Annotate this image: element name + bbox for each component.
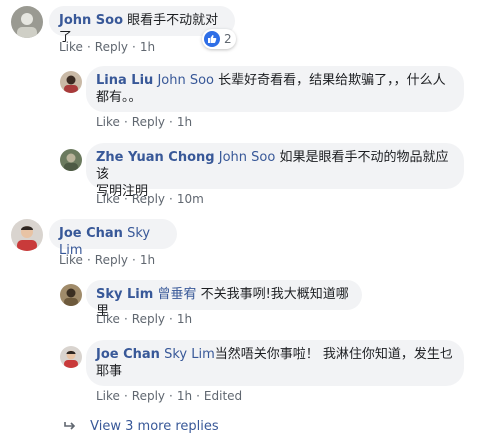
- reply-mention[interactable]: 曾垂宥: [157, 287, 196, 302]
- reply-actions: Like · Reply · 10m: [96, 192, 204, 207]
- reply-link[interactable]: Reply: [132, 312, 165, 326]
- like-link[interactable]: Like: [96, 192, 120, 206]
- reply-mention[interactable]: Sky Lim: [164, 347, 215, 362]
- reply-arrow-icon: [64, 419, 80, 434]
- reaction-count: 2: [224, 32, 232, 46]
- reply-link[interactable]: Reply: [132, 115, 165, 129]
- view-more-replies-link[interactable]: View 3 more replies: [64, 418, 219, 435]
- reply-link[interactable]: Reply: [95, 253, 128, 267]
- reply-bubble-zhe-yuan-chong: Zhe Yuan Chong John Soo 如果是眼看手不动的物品就应该 写…: [86, 143, 464, 199]
- like-link[interactable]: Like: [59, 40, 83, 54]
- reply-actions: Like · Reply · 1h: [96, 115, 192, 130]
- reply-mention[interactable]: John Soo: [157, 73, 214, 88]
- separator-dot: ·: [196, 389, 200, 403]
- comment-bubble-joe-chan: Joe Chan Sky Lim: [49, 219, 177, 258]
- timestamp[interactable]: 10m: [177, 192, 204, 206]
- avatar-john-soo[interactable]: [11, 6, 43, 38]
- view-more-replies-label[interactable]: View 3 more replies: [90, 419, 219, 434]
- like-link[interactable]: Like: [96, 312, 120, 326]
- reply-text-line2: 都有。。: [96, 90, 142, 105]
- reply-bubble-joe-chan: Joe Chan Sky Lim当然唔关你事啦！ 我淋住你知道，发生乜 耶事: [86, 340, 464, 386]
- comment-actions: Like · Reply · 1h: [59, 40, 155, 55]
- timestamp[interactable]: 1h: [177, 312, 192, 326]
- like-icon: [204, 31, 220, 47]
- reply-link[interactable]: Reply: [132, 192, 165, 206]
- reply-actions: Like · Reply · 1h: [96, 312, 192, 327]
- reply-bubble-lina-liu: Lina Liu John Soo 长辈好奇看看，结果给欺骗了，，什么人 都有。…: [86, 66, 464, 112]
- avatar-sky-lim[interactable]: [60, 284, 82, 306]
- separator-dot: ·: [123, 192, 128, 206]
- separator-dot: ·: [123, 312, 128, 326]
- reply-author[interactable]: Joe Chan: [96, 347, 160, 362]
- like-link[interactable]: Like: [96, 389, 120, 403]
- like-link[interactable]: Like: [59, 253, 83, 267]
- separator-dot: ·: [169, 389, 173, 403]
- comment-actions: Like · Reply · 1h: [59, 253, 155, 268]
- separator-dot: ·: [86, 40, 91, 54]
- timestamp[interactable]: 1h: [177, 389, 192, 403]
- reply-mention[interactable]: John Soo: [219, 150, 276, 165]
- avatar-joe-chan[interactable]: [11, 219, 43, 251]
- separator-dot: ·: [132, 253, 136, 267]
- comment-author[interactable]: Joe Chan: [59, 226, 123, 241]
- comment-author[interactable]: John Soo: [59, 13, 123, 28]
- reply-link[interactable]: Reply: [132, 389, 165, 403]
- separator-dot: ·: [86, 253, 91, 267]
- timestamp[interactable]: 1h: [177, 115, 192, 129]
- reply-author[interactable]: Sky Lim: [96, 287, 153, 302]
- avatar-joe-chan-reply[interactable]: [60, 346, 82, 368]
- avatar-zhe-yuan-chong[interactable]: [60, 149, 82, 171]
- separator-dot: ·: [123, 115, 128, 129]
- timestamp[interactable]: 1h: [140, 253, 155, 267]
- reply-author[interactable]: Zhe Yuan Chong: [96, 150, 215, 165]
- reply-author[interactable]: Lina Liu: [96, 73, 153, 88]
- separator-dot: ·: [169, 312, 173, 326]
- reaction-summary[interactable]: 2: [202, 29, 236, 49]
- reply-text-line1: 长辈好奇看看，结果给欺骗了，，什么人: [218, 73, 446, 88]
- separator-dot: ·: [123, 389, 128, 403]
- reply-actions: Like · Reply · 1h · Edited: [96, 389, 242, 404]
- avatar-lina-liu[interactable]: [60, 71, 82, 93]
- separator-dot: ·: [169, 192, 173, 206]
- reply-bubble-sky-lim: Sky Lim 曾垂宥 不关我事咧!我大概知道哪里: [86, 280, 362, 319]
- separator-dot: ·: [132, 40, 136, 54]
- timestamp[interactable]: 1h: [140, 40, 155, 54]
- reply-text-line2: 耶事: [96, 364, 123, 379]
- like-link[interactable]: Like: [96, 115, 120, 129]
- reply-link[interactable]: Reply: [95, 40, 128, 54]
- reply-text-line1: 当然唔关你事啦！ 我淋住你知道，发生乜: [214, 347, 453, 362]
- separator-dot: ·: [169, 115, 173, 129]
- edited-label[interactable]: Edited: [204, 389, 242, 403]
